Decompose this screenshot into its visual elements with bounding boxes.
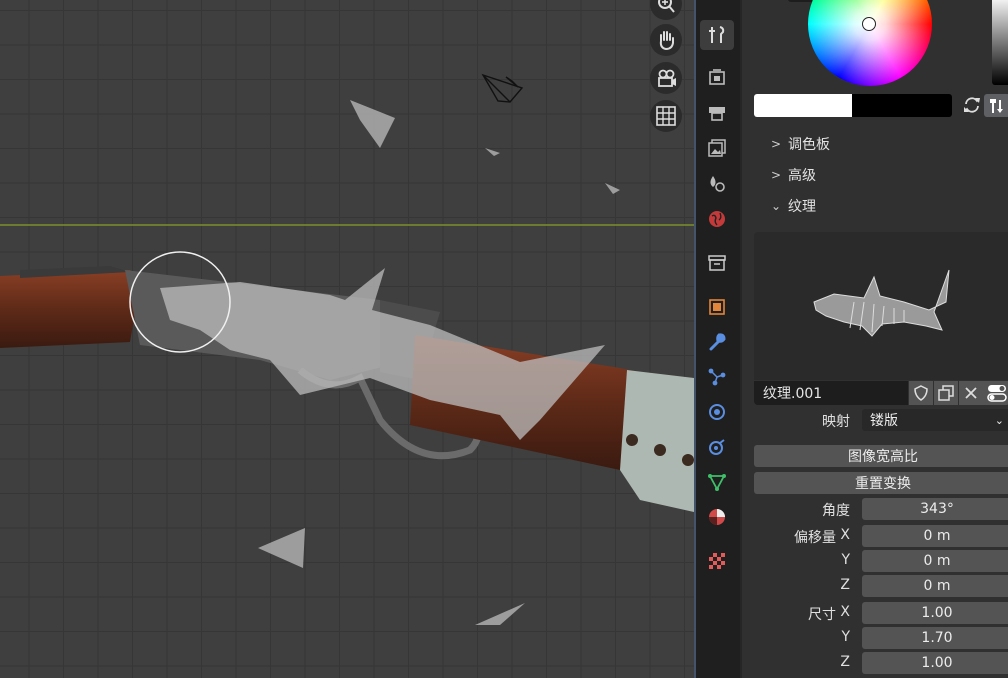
chevron-down-icon: ⌄: [770, 199, 782, 213]
angle-label: 角度: [822, 503, 850, 519]
offset-x-label: X: [840, 527, 850, 543]
window-icon: [708, 0, 726, 2]
constraints-icon: [709, 439, 725, 455]
tab-material[interactable]: [700, 502, 734, 532]
section-advanced-label: 高级: [788, 168, 816, 184]
mapping-select[interactable]: 镂版 ⌄: [862, 409, 1008, 431]
size-y-field[interactable]: 1.70: [862, 627, 1008, 649]
mapping-value: 镂版: [870, 413, 898, 429]
secondary-color-swatch[interactable]: [852, 94, 952, 117]
viewport-scene: [0, 73, 694, 625]
hand-pan-icon: [659, 31, 674, 51]
tab-constraints[interactable]: [700, 432, 734, 462]
tool-icon: [709, 26, 725, 43]
section-advanced[interactable]: > 高级: [770, 163, 816, 187]
offset-y-label: Y: [841, 552, 850, 568]
size-x-label: X: [840, 604, 850, 620]
top-tab-partial[interactable]: [700, 0, 734, 4]
grid-ortho-icon: [656, 106, 676, 126]
material-icon: [709, 509, 725, 525]
camera-view-icon: [658, 69, 676, 87]
pressure-toggle-button[interactable]: [984, 94, 1008, 117]
camera-object: [481, 73, 524, 103]
texture-node-toggle[interactable]: [983, 381, 1008, 405]
brush-stroke-icon: [990, 98, 1003, 113]
tab-object[interactable]: [700, 292, 734, 322]
offset-label: 偏移量: [794, 530, 836, 546]
tab-render[interactable]: [700, 62, 734, 92]
object-icon: [709, 299, 725, 315]
tab-particles[interactable]: [700, 362, 734, 392]
color-value-slider[interactable]: [992, 0, 1008, 85]
size-x-field[interactable]: 1.00: [862, 602, 1008, 624]
mapping-label: 映射: [822, 414, 850, 430]
duplicate-icon: [938, 385, 954, 401]
texture-name-field[interactable]: 纹理.001: [754, 381, 908, 405]
swap-colors-icon[interactable]: [962, 95, 982, 115]
particles-icon: [708, 368, 726, 386]
world-icon: [709, 211, 725, 227]
3d-viewport[interactable]: [0, 0, 694, 678]
tab-texture[interactable]: [700, 546, 734, 576]
offset-x-field[interactable]: 0 m: [862, 525, 1008, 547]
render-icon: [709, 69, 725, 85]
primary-color-swatch[interactable]: [754, 94, 852, 117]
size-y-label: Y: [841, 629, 850, 645]
tab-object-data[interactable]: [700, 467, 734, 497]
section-texture[interactable]: ⌄ 纹理: [770, 194, 816, 218]
zoom-icon: [658, 0, 675, 13]
ortho-toggle-button[interactable]: [650, 100, 682, 132]
close-icon: [965, 387, 977, 399]
toggle-icon: [986, 385, 1007, 402]
section-palette-label: 调色板: [788, 137, 830, 153]
collection-icon: [708, 255, 726, 271]
image-aspect-button[interactable]: 图像宽高比: [754, 445, 1008, 467]
tab-view-layer[interactable]: [700, 133, 734, 163]
color-picker-handle[interactable]: [862, 17, 876, 31]
object-data-icon: [708, 474, 726, 491]
modifier-wrench-icon: [709, 333, 726, 351]
size-label: 尺寸: [808, 607, 836, 623]
tab-world[interactable]: [700, 204, 734, 234]
size-z-label: Z: [840, 654, 850, 670]
offset-z-label: Z: [840, 577, 850, 593]
angle-field[interactable]: 343°: [862, 498, 1008, 520]
size-z-field[interactable]: 1.00: [862, 652, 1008, 674]
chevron-right-icon: >: [770, 137, 782, 151]
color-wheel[interactable]: [808, 0, 932, 86]
tab-collection[interactable]: [700, 248, 734, 278]
properties-panel: > 调色板 > 高级 ⌄ 纹理 纹理.001 映射 镂版 ⌄ 图像宽高比 重置变…: [742, 0, 1008, 678]
unlink-texture-button[interactable]: [959, 381, 983, 405]
shark-stencil-overlay: [160, 100, 620, 625]
properties-tab-bar: [696, 0, 740, 678]
view-layer-icon: [708, 139, 726, 157]
tab-tool[interactable]: [700, 20, 734, 50]
section-palette[interactable]: > 调色板: [770, 132, 830, 156]
tab-physics[interactable]: [700, 397, 734, 427]
section-texture-label: 纹理: [788, 199, 816, 215]
texture-preview[interactable]: [754, 232, 1008, 380]
physics-icon: [709, 404, 725, 420]
chevron-right-icon: >: [770, 168, 782, 182]
tab-output[interactable]: [700, 98, 734, 128]
camera-view-button[interactable]: [650, 62, 682, 94]
reset-transform-button[interactable]: 重置变换: [754, 472, 1008, 494]
offset-z-field[interactable]: 0 m: [862, 575, 1008, 597]
texture-checker-icon: [709, 553, 725, 569]
output-icon: [709, 107, 725, 121]
pan-button[interactable]: [650, 24, 682, 56]
scene-icon: [710, 176, 725, 192]
tab-modifiers[interactable]: [700, 327, 734, 357]
fake-user-button[interactable]: [909, 381, 933, 405]
tab-scene[interactable]: [700, 168, 734, 198]
shield-icon: [914, 385, 928, 401]
duplicate-texture-button[interactable]: [934, 381, 958, 405]
shark-skeleton-preview: [813, 269, 950, 337]
chevron-down-icon: ⌄: [994, 413, 1004, 427]
offset-y-field[interactable]: 0 m: [862, 550, 1008, 572]
brush-color-swatches[interactable]: [754, 94, 952, 117]
